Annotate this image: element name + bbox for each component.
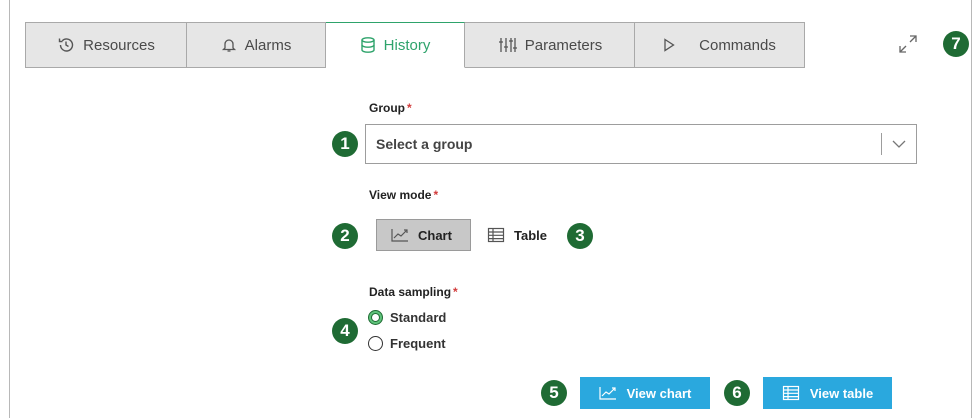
view-mode-table-button[interactable]: Table xyxy=(487,219,547,251)
view-mode-label-text: View mode xyxy=(369,188,432,202)
view-chart-label: View chart xyxy=(626,385,692,401)
tab-alarms[interactable]: Alarms xyxy=(187,22,326,68)
radio-selected-indicator xyxy=(368,310,383,325)
tab-parameters-label: Parameters xyxy=(524,36,603,54)
tab-history[interactable]: History xyxy=(326,22,465,68)
callout-marker-6: 6 xyxy=(724,380,750,406)
tab-parameters[interactable]: Parameters xyxy=(465,22,635,68)
callout-marker-3: 3 xyxy=(567,223,593,249)
view-mode-table-label: Table xyxy=(514,227,547,243)
history-clock-icon xyxy=(58,38,74,52)
tab-commands-label: Commands xyxy=(699,36,776,54)
callout-marker-7: 7 xyxy=(943,31,969,57)
view-chart-button[interactable]: View chart xyxy=(580,377,710,409)
view-table-button[interactable]: View table xyxy=(763,377,892,409)
tab-bar: Resources Alarms History Parameters Comm… xyxy=(25,22,805,68)
group-label-text: Group xyxy=(369,101,405,115)
chevron-down-icon[interactable] xyxy=(882,139,916,149)
view-mode-chart-button[interactable]: Chart xyxy=(376,219,471,251)
required-mark: * xyxy=(433,188,439,202)
expand-button[interactable] xyxy=(897,33,919,55)
view-mode-label: View mode * xyxy=(369,188,438,202)
table-icon xyxy=(782,385,799,401)
callout-marker-1: 1 xyxy=(332,131,358,157)
group-label: Group * xyxy=(369,101,412,115)
group-select-value: Select a group xyxy=(376,136,473,152)
sampling-label-text: Data sampling xyxy=(369,285,452,299)
group-select[interactable]: Select a group xyxy=(365,124,917,164)
tab-commands[interactable]: Commands xyxy=(635,22,805,68)
required-mark: * xyxy=(453,285,458,299)
sampling-radio-standard[interactable]: Standard xyxy=(368,310,446,325)
radio-unselected-indicator xyxy=(368,336,383,351)
tab-resources[interactable]: Resources xyxy=(25,22,187,68)
bell-icon xyxy=(221,39,236,52)
tab-resources-label: Resources xyxy=(83,36,155,54)
view-table-label: View table xyxy=(809,385,874,401)
callout-marker-4: 4 xyxy=(332,318,358,344)
sampling-radio-frequent[interactable]: Frequent xyxy=(368,336,446,351)
required-mark: * xyxy=(407,101,412,115)
callout-marker-5: 5 xyxy=(541,380,567,406)
tab-history-label: History xyxy=(383,36,431,54)
expand-icon xyxy=(899,35,917,53)
table-icon xyxy=(487,227,505,243)
callout-marker-2: 2 xyxy=(332,223,358,249)
sliders-icon xyxy=(498,38,517,52)
line-chart-icon xyxy=(391,229,408,242)
play-icon xyxy=(664,38,675,52)
database-icon xyxy=(360,37,375,53)
sampling-frequent-label: Frequent xyxy=(390,336,446,351)
view-mode-chart-label: Chart xyxy=(418,227,452,243)
sampling-label: Data sampling * xyxy=(369,285,458,299)
sampling-standard-label: Standard xyxy=(390,310,447,325)
tab-alarms-label: Alarms xyxy=(244,36,292,54)
line-chart-icon xyxy=(598,387,616,400)
